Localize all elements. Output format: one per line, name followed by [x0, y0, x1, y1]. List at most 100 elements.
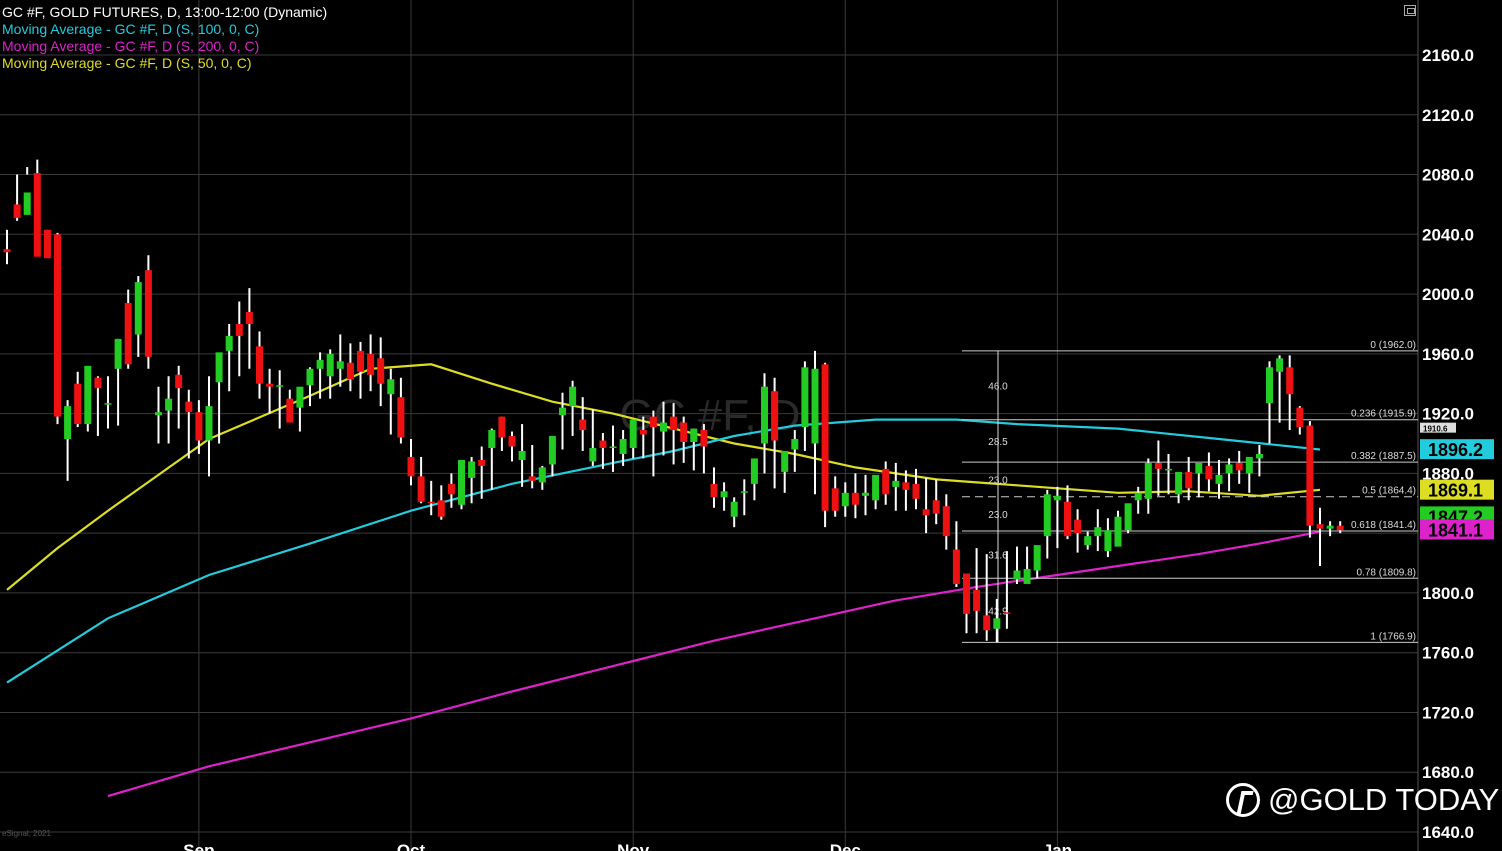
candle — [1053, 486, 1061, 549]
candle-body — [1326, 525, 1334, 529]
candle — [64, 400, 72, 481]
candle-body — [872, 474, 880, 501]
candle — [1165, 453, 1172, 495]
candle — [963, 573, 970, 634]
candle-body — [387, 379, 395, 395]
candle — [589, 409, 597, 466]
copyright-text: eSignal, 2021 — [2, 829, 51, 838]
price-tag-label: 1841.1 — [1428, 521, 1483, 541]
y-tick-label: 2040.0 — [1422, 225, 1474, 244]
candle — [922, 477, 930, 534]
y-tick-label: 1800.0 — [1422, 584, 1474, 603]
candle — [225, 323, 233, 392]
x-month-label: Sep — [183, 841, 214, 851]
candle-body — [892, 480, 900, 487]
candle — [296, 386, 304, 432]
candle — [720, 482, 728, 511]
candle-body — [750, 458, 758, 484]
candle — [134, 276, 142, 357]
candle-body — [175, 374, 183, 389]
y-tick-label: 1680.0 — [1422, 763, 1474, 782]
candle-body — [54, 234, 61, 417]
candle-body — [245, 312, 253, 324]
candle-body — [1144, 462, 1152, 499]
candle-body — [902, 482, 910, 490]
candle-body — [407, 456, 415, 477]
price-tag-label: 1896.2 — [1428, 440, 1483, 460]
restore-window-icon[interactable] — [1404, 5, 1416, 16]
candle-body — [649, 416, 657, 428]
candle-body — [740, 491, 748, 493]
candle-body — [1255, 453, 1263, 459]
candle-body — [458, 459, 465, 505]
candle-body — [548, 436, 556, 465]
candle — [740, 479, 748, 516]
candle — [195, 400, 203, 454]
candle — [1144, 458, 1152, 514]
candle — [781, 450, 789, 493]
candle-body — [1074, 519, 1082, 534]
candle — [750, 458, 758, 501]
fib-level-label: 0 (1962.0) — [1370, 340, 1416, 351]
candle — [74, 371, 82, 428]
candle — [801, 361, 809, 451]
candle-body — [205, 406, 213, 441]
candle — [700, 424, 708, 474]
candle — [508, 431, 516, 462]
candle-body — [43, 229, 51, 259]
candle-body — [1336, 525, 1344, 531]
y-tick-label: 1720.0 — [1422, 703, 1474, 722]
fib-span-label: 23.0 — [988, 510, 1008, 521]
candle-body — [639, 430, 647, 435]
legend-ma100[interactable]: Moving Average - GC #F, D (S, 100, 0, C) — [2, 21, 327, 38]
x-month-label: Nov — [617, 841, 650, 851]
fib-span-label: 42.9 — [988, 606, 1008, 617]
candle — [205, 376, 213, 477]
candle — [882, 461, 890, 505]
price-chart[interactable]: GC #F, D 0 (1962.0)0.236 (1915.9)0.382 (… — [0, 0, 1502, 851]
candle-body — [326, 353, 334, 377]
candle-body — [367, 353, 375, 375]
candle-body — [1205, 465, 1213, 480]
candle — [104, 376, 112, 429]
fib-span-label: 28.5 — [988, 437, 1008, 448]
candle-body — [660, 422, 667, 432]
legend-ma50[interactable]: Moving Average - GC #F, D (S, 50, 0, C) — [2, 55, 327, 72]
candle — [286, 389, 294, 423]
candle-body — [700, 430, 708, 447]
candle-body — [165, 398, 173, 411]
candle — [488, 428, 496, 490]
candle-body — [831, 488, 839, 511]
y-tick-label: 2000.0 — [1422, 285, 1474, 304]
candle — [932, 479, 940, 525]
candle-body — [730, 501, 738, 517]
candle-body — [195, 412, 203, 441]
candle — [377, 337, 385, 407]
candle-body — [821, 364, 829, 511]
candle-body — [316, 359, 324, 369]
candle — [124, 289, 132, 369]
candle-body — [1316, 524, 1324, 529]
candle-body — [185, 401, 193, 413]
candle-body — [973, 589, 981, 611]
candle — [629, 419, 637, 459]
candle — [771, 377, 779, 489]
candle-body — [225, 335, 233, 351]
time-axis[interactable]: Sep Oct Nov Dec Jan — [183, 841, 1072, 851]
candle-body — [1215, 474, 1223, 484]
candle-body — [518, 450, 526, 460]
candle — [761, 373, 768, 474]
candle-body — [922, 509, 930, 516]
candle — [528, 444, 536, 489]
candle-body — [993, 618, 1001, 629]
candle — [1154, 440, 1162, 496]
y-tick-label: 1640.0 — [1422, 823, 1474, 842]
candle — [841, 482, 849, 517]
y-tick-label: 1920.0 — [1422, 405, 1474, 424]
candle — [215, 352, 223, 444]
candle — [973, 548, 981, 634]
candle-body — [781, 450, 789, 472]
candle — [892, 462, 900, 511]
candle-body — [811, 368, 819, 444]
legend-ma200[interactable]: Moving Average - GC #F, D (S, 200, 0, C) — [2, 38, 327, 55]
